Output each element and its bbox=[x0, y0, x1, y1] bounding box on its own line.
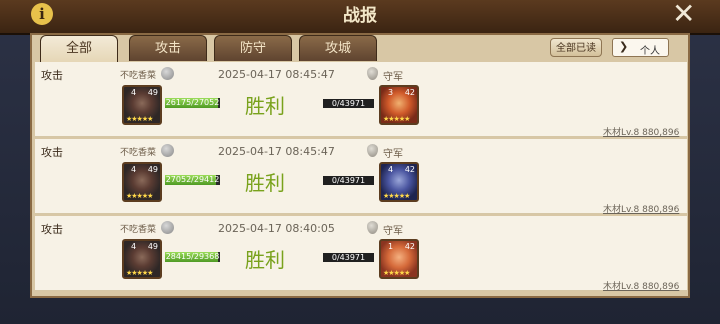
battle-result: 胜利 bbox=[245, 171, 285, 195]
loot-link[interactable]: 木材Lv.8 880,896 bbox=[603, 125, 679, 138]
attacker-hp-bar: 28415/29368 bbox=[165, 252, 220, 262]
defender-level: 4 bbox=[388, 165, 394, 174]
defender-lv: 42 bbox=[404, 88, 415, 97]
defender-hp-text: 0/43971 bbox=[331, 253, 366, 262]
shield-icon bbox=[367, 144, 378, 157]
attacker-lv: 49 bbox=[147, 165, 158, 174]
report-type: 攻击 bbox=[41, 69, 63, 82]
report-card[interactable]: 攻击 不吃香菜 2025-04-17 08:40:05 守军 4 49 ★★★★… bbox=[35, 216, 687, 292]
attacker-hp-bar: 27052/29412 bbox=[165, 175, 220, 185]
tab-siege[interactable]: 攻城 bbox=[299, 35, 377, 61]
defender-hp-text: 0/43971 bbox=[331, 176, 366, 185]
defender-name: 守军 bbox=[383, 149, 403, 160]
defender-lv: 42 bbox=[404, 165, 415, 174]
attacker-name: 不吃香菜 bbox=[120, 225, 157, 235]
close-icon[interactable]: ✕ bbox=[672, 0, 695, 28]
attacker-stars: ★★★★★ bbox=[126, 192, 153, 200]
report-type: 攻击 bbox=[41, 223, 63, 236]
defender-name: 守军 bbox=[383, 72, 403, 83]
attacker-hp-bar: 26175/27052 bbox=[165, 98, 220, 108]
defender-portrait[interactable]: 3 42 ★★★★★ bbox=[379, 85, 419, 125]
defender-hp-bar: 0/43971 bbox=[323, 99, 374, 108]
report-type: 攻击 bbox=[41, 146, 63, 159]
loot-link[interactable]: 木材Lv.8 880,896 bbox=[603, 279, 679, 292]
attacker-portrait[interactable]: 4 49 ★★★★★ bbox=[122, 239, 162, 279]
report-card[interactable]: 攻击 不吃香菜 2025-04-17 08:45:47 守军 4 49 ★★★★… bbox=[35, 62, 687, 138]
tab-attack[interactable]: 攻击 bbox=[129, 35, 207, 61]
attacker-stars: ★★★★★ bbox=[126, 115, 153, 123]
defender-hp-text: 0/43971 bbox=[331, 99, 366, 108]
filter-label: 个人 bbox=[640, 46, 660, 57]
defender-hp-bar: 0/43971 bbox=[323, 253, 374, 262]
report-time: 2025-04-17 08:45:47 bbox=[218, 145, 335, 158]
report-time: 2025-04-17 08:40:05 bbox=[218, 222, 335, 235]
defender-lv: 42 bbox=[404, 242, 415, 251]
shield-icon bbox=[367, 221, 378, 234]
defender-portrait[interactable]: 1 42 ★★★★★ bbox=[379, 239, 419, 279]
battle-result: 胜利 bbox=[245, 94, 285, 118]
defender-stars: ★★★★★ bbox=[383, 115, 410, 123]
attacker-lv: 49 bbox=[147, 242, 158, 251]
loot-link[interactable]: 木材Lv.8 880,896 bbox=[603, 202, 679, 215]
report-list[interactable]: 攻击 不吃香菜 2025-04-17 08:45:47 守军 4 49 ★★★★… bbox=[35, 62, 687, 294]
defender-name: 守军 bbox=[383, 226, 403, 237]
page-title: 战报 bbox=[343, 6, 377, 26]
attacker-level: 4 bbox=[131, 242, 137, 251]
chevron-down-icon: ❯ bbox=[619, 40, 629, 53]
report-card[interactable]: 攻击 不吃香菜 2025-04-17 08:45:47 守军 4 49 ★★★★… bbox=[35, 139, 687, 215]
attacker-portrait[interactable]: 4 49 ★★★★★ bbox=[122, 85, 162, 125]
defender-portrait[interactable]: 4 42 ★★★★★ bbox=[379, 162, 419, 202]
attacker-hp-text: 26175/27052 bbox=[165, 98, 220, 107]
defender-level: 3 bbox=[388, 88, 394, 97]
helmet-icon bbox=[161, 144, 174, 157]
defender-level: 1 bbox=[388, 242, 394, 251]
defender-stars: ★★★★★ bbox=[383, 269, 410, 277]
read-all-button[interactable]: 全部已读 bbox=[550, 38, 602, 57]
attacker-stars: ★★★★★ bbox=[126, 269, 153, 277]
attacker-level: 4 bbox=[131, 88, 137, 97]
report-time: 2025-04-17 08:45:47 bbox=[218, 68, 335, 81]
defender-hp-bar: 0/43971 bbox=[323, 176, 374, 185]
attacker-hp-text: 28415/29368 bbox=[165, 252, 220, 261]
filter-dropdown[interactable]: ❯ 个人 bbox=[612, 38, 669, 57]
attacker-name: 不吃香菜 bbox=[120, 71, 157, 81]
attacker-hp-text: 27052/29412 bbox=[165, 175, 220, 184]
tab-all[interactable]: 全部 bbox=[40, 35, 118, 63]
helmet-icon bbox=[161, 67, 174, 80]
attacker-portrait[interactable]: 4 49 ★★★★★ bbox=[122, 162, 162, 202]
attacker-name: 不吃香菜 bbox=[120, 148, 157, 158]
tab-defense[interactable]: 防守 bbox=[214, 35, 292, 61]
attacker-lv: 49 bbox=[147, 88, 158, 97]
info-icon[interactable]: i bbox=[31, 3, 53, 25]
helmet-icon bbox=[161, 221, 174, 234]
battle-result: 胜利 bbox=[245, 248, 285, 272]
attacker-level: 4 bbox=[131, 165, 137, 174]
shield-icon bbox=[367, 67, 378, 80]
defender-stars: ★★★★★ bbox=[383, 192, 410, 200]
